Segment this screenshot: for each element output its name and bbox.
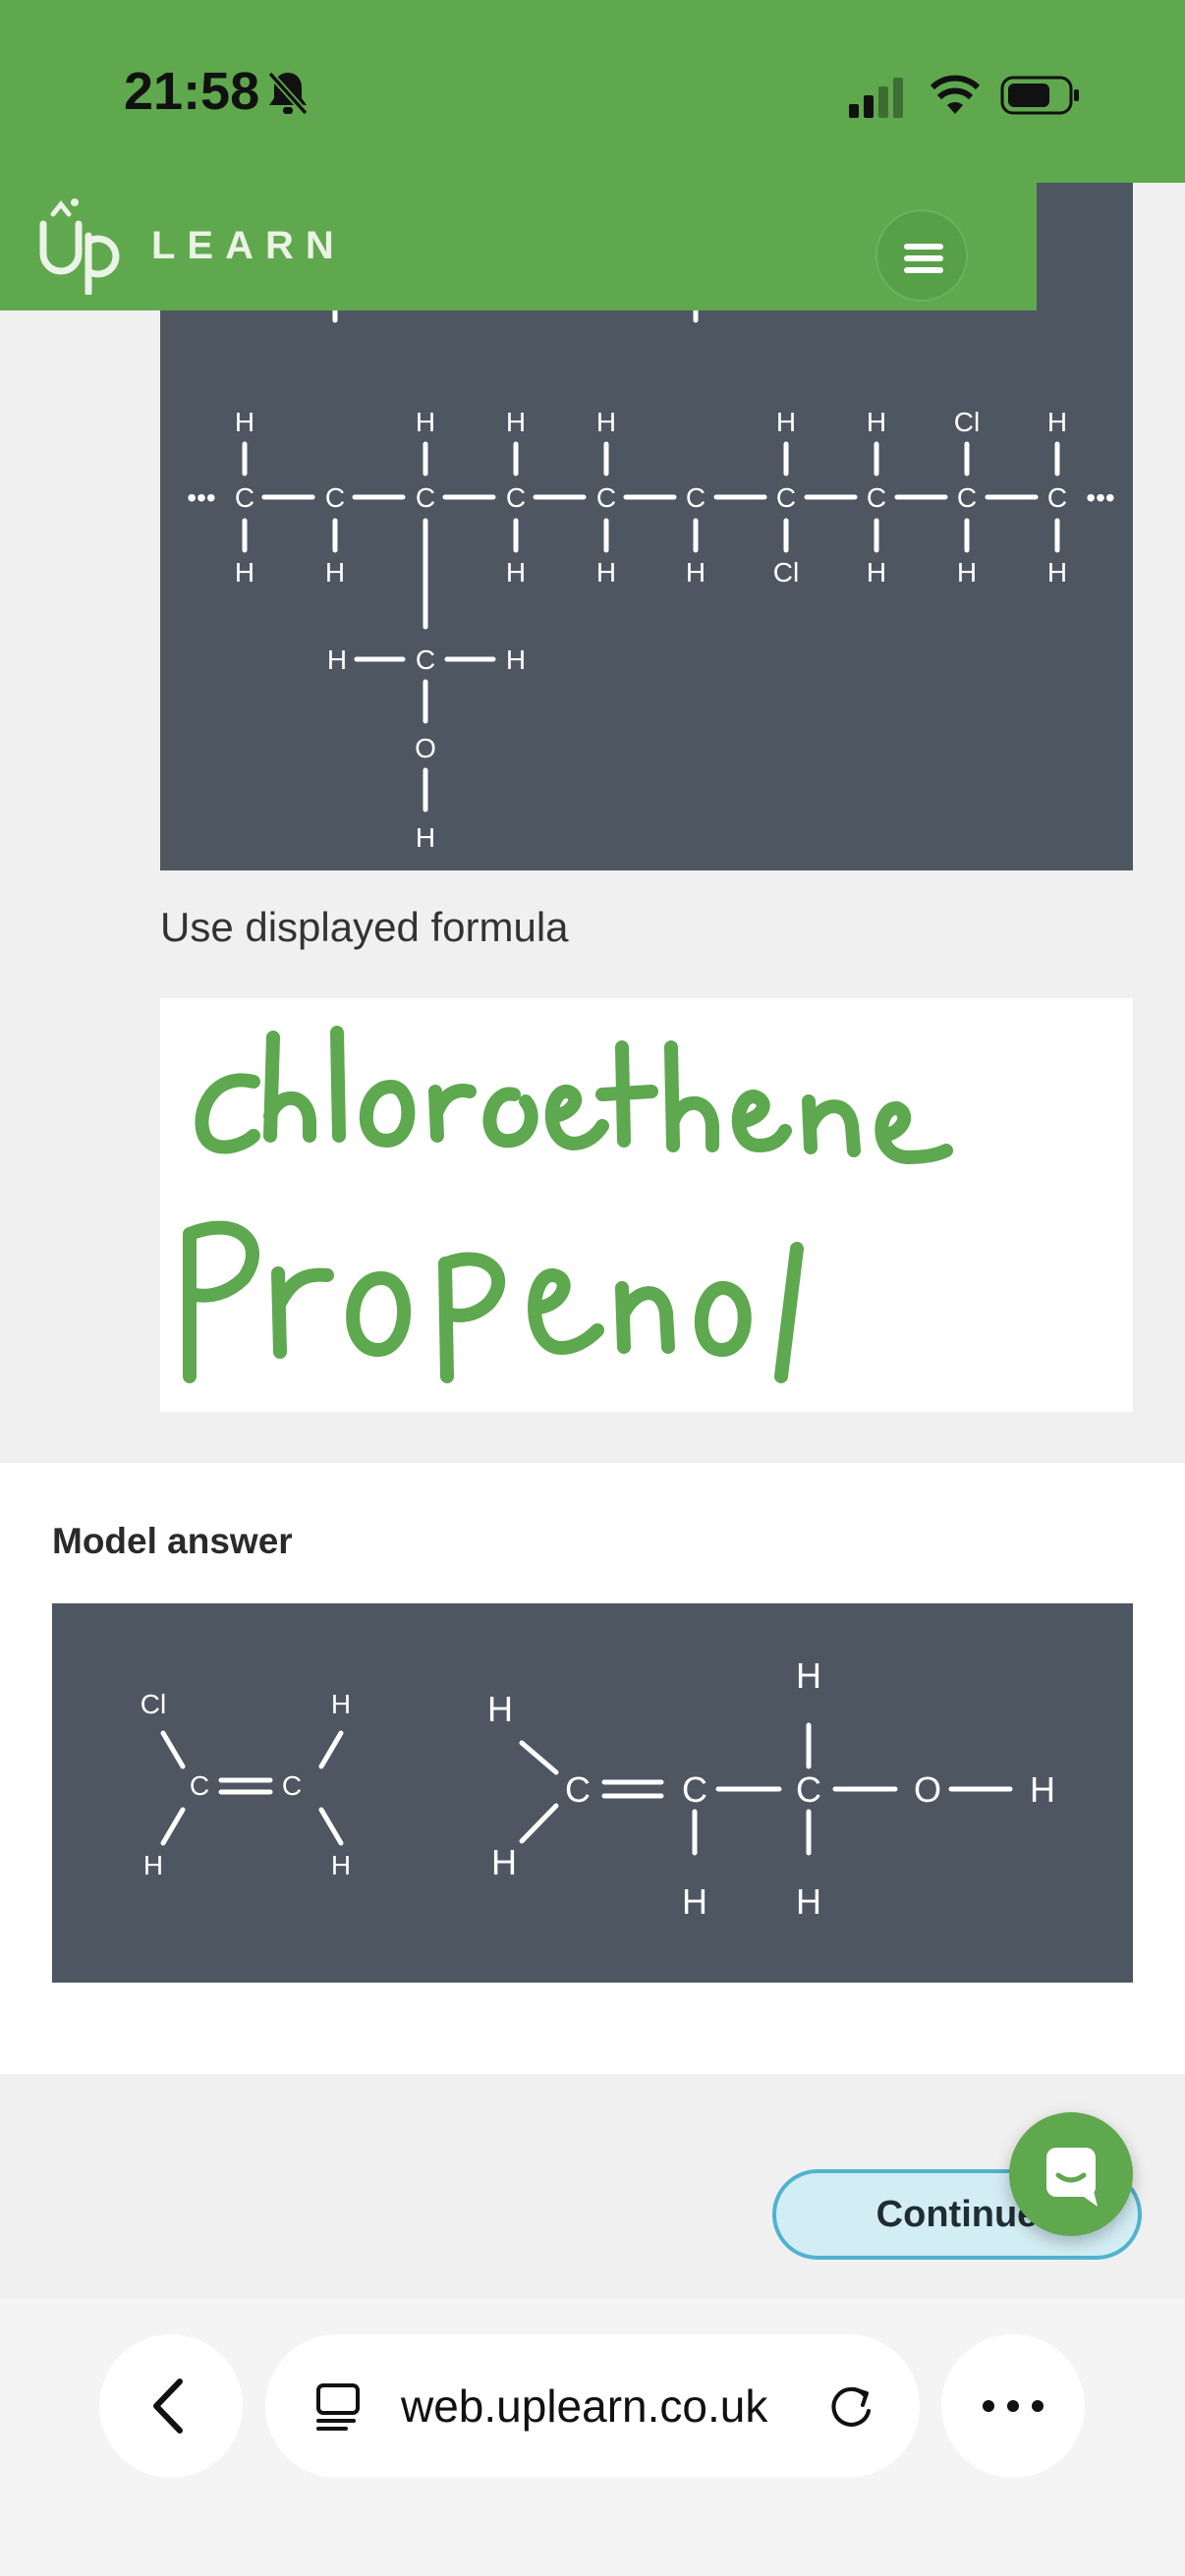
atom-label: H [596, 557, 616, 588]
atom-label: H [235, 557, 254, 588]
more-button[interactable] [941, 2334, 1085, 2478]
atom-label: C [190, 1770, 209, 1801]
cellular-signal-icon [849, 78, 903, 118]
atom-label: H [506, 644, 526, 675]
chain-continuation: ••• [187, 482, 215, 513]
atom-label: C [776, 482, 796, 513]
atom-label: C [565, 1769, 591, 1810]
atom-label: Cl [954, 407, 980, 437]
atom-label: O [914, 1769, 941, 1810]
atom-label: H [682, 1881, 707, 1922]
atom-label: H [491, 1842, 517, 1882]
app-header: LEARN [0, 183, 1037, 310]
atom-label: H [327, 644, 347, 675]
atom-label: Cl [141, 1689, 166, 1719]
atom-label: H [416, 407, 435, 437]
menu-button[interactable] [875, 209, 968, 302]
atom-label: H [487, 1689, 513, 1729]
atom-label: H [957, 557, 977, 588]
chat-button[interactable] [1009, 2112, 1133, 2236]
atom-label: H [1047, 407, 1067, 437]
more-icon [983, 2400, 1044, 2412]
reload-icon[interactable] [825, 2380, 878, 2433]
atom-label: C [1047, 482, 1067, 513]
atom-label: C [957, 482, 977, 513]
atom-label: H [506, 557, 526, 588]
atom-label: H [235, 407, 254, 437]
atom-label: C [867, 482, 886, 513]
atom-label: H [867, 557, 886, 588]
atom-label: C [235, 482, 254, 513]
atom-label: H [776, 407, 796, 437]
up-logo-icon [39, 198, 120, 295]
atom-label: H [1047, 557, 1067, 588]
status-bar: 21:58 [0, 0, 1185, 183]
atom-label: C [682, 1769, 707, 1810]
question-prompt: Use displayed formula [160, 904, 569, 950]
bell-muted-icon [267, 71, 309, 116]
model-answer-label: Model answer [52, 1521, 293, 1561]
atom-label: C [686, 482, 705, 513]
wifi-icon [930, 75, 981, 114]
atom-label: C [282, 1770, 302, 1801]
atom-label: C [416, 644, 435, 675]
atom-label: H [506, 407, 526, 437]
atom-label: H [331, 1850, 351, 1880]
atom-label: Cl [773, 557, 799, 588]
reader-icon [316, 2383, 360, 2431]
atom-label: C [796, 1769, 821, 1810]
atom-label: H [325, 557, 345, 588]
handwritten-answer [183, 1026, 953, 1383]
atom-label: H [796, 1655, 821, 1696]
chat-bubble-icon [1046, 2148, 1098, 2207]
atom-label: H [686, 557, 705, 588]
atom-label: C [596, 482, 616, 513]
atom-label: H [416, 822, 435, 853]
back-button[interactable] [99, 2334, 243, 2478]
battery-icon [1000, 76, 1079, 115]
atom-label: C [506, 482, 526, 513]
atom-label: C [416, 482, 435, 513]
handwriting-answer-canvas[interactable] [160, 998, 1133, 1412]
chain-continuation: ••• [1086, 482, 1114, 513]
model-answer-diagram: Cl H C C H H H H C C C O H H H H [52, 1603, 1133, 1983]
status-time: 21:58 [124, 62, 260, 121]
back-chevron-icon [153, 2379, 183, 2434]
atom-label: O [415, 733, 436, 763]
url-text: web.uplearn.co.uk [401, 2380, 768, 2432]
atom-label: H [1030, 1769, 1055, 1810]
uplearn-logo[interactable]: LEARN [35, 196, 346, 295]
browser-toolbar: web.uplearn.co.uk [0, 2299, 1185, 2576]
hamburger-menu-icon [904, 244, 943, 250]
atom-label: H [331, 1689, 351, 1719]
logo-text: LEARN [151, 223, 346, 267]
address-bar[interactable]: web.uplearn.co.uk [265, 2334, 920, 2478]
atom-label: H [796, 1881, 821, 1922]
atom-label: H [596, 407, 616, 437]
atom-label: C [325, 482, 345, 513]
atom-label: H [143, 1850, 163, 1880]
atom-label: H [867, 407, 886, 437]
